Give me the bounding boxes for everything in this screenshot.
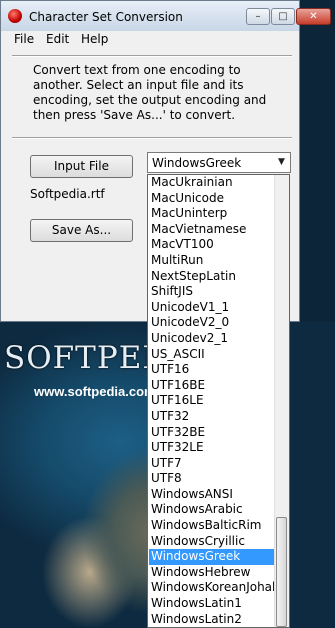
encoding-selected-value: WindowsGreek — [152, 156, 242, 170]
window-title: Character Set Conversion — [29, 10, 183, 24]
chevron-down-icon[interactable]: ▼ — [274, 154, 289, 171]
encoding-option[interactable]: UTF7 — [149, 456, 275, 472]
encoding-select[interactable]: WindowsGreek ▼ — [147, 152, 291, 173]
top-divider — [12, 55, 292, 57]
encoding-option[interactable]: NextStepLatin — [149, 269, 275, 285]
encoding-option[interactable]: UTF8 — [149, 471, 275, 487]
menu-bar: File Edit Help — [1, 31, 299, 49]
encoding-options: MacUkrainian MacUnicode MacUninterp MacViet… — [149, 175, 280, 627]
encoding-option[interactable]: UTF16 — [149, 362, 275, 378]
encoding-option[interactable]: US_ASCII — [149, 347, 275, 363]
encoding-option[interactable]: WindowsLatin1 — [149, 596, 275, 612]
menu-help[interactable]: Help — [81, 32, 108, 46]
encoding-option[interactable]: UnicodeV1_1 — [149, 300, 275, 316]
encoding-option[interactable]: WindowsKoreanJohab — [149, 580, 280, 596]
app-icon — [8, 9, 22, 23]
input-filename-label: Softpedia.rtf — [30, 187, 105, 201]
title-bar[interactable]: Character Set Conversion – □ ✕ — [1, 1, 331, 31]
encoding-option[interactable]: Unicodev2_1 — [149, 331, 275, 347]
maximize-button[interactable]: □ — [271, 8, 295, 25]
encoding-option[interactable]: WindowsCryillic — [149, 534, 275, 550]
encoding-option[interactable]: UnicodeV2_0 — [149, 315, 275, 331]
encoding-option[interactable]: MacUnicode — [149, 191, 275, 207]
dropdown-scrollbar[interactable] — [274, 175, 289, 627]
encoding-option[interactable]: WindowsANSI — [149, 487, 275, 503]
menu-file[interactable]: File — [14, 32, 34, 46]
encoding-option[interactable]: UTF32BE — [149, 425, 275, 441]
encoding-option[interactable]: WindowsArabic — [149, 502, 275, 518]
encoding-option[interactable]: WindowsGreek — [149, 549, 275, 565]
encoding-option[interactable]: MacUkrainian — [149, 175, 275, 191]
scrollbar-thumb[interactable] — [276, 517, 287, 627]
encoding-option[interactable]: MacUninterp — [149, 206, 275, 222]
encoding-option[interactable]: UTF16LE — [149, 393, 275, 409]
encoding-option[interactable]: ShiftJIS — [149, 284, 275, 300]
middle-divider — [12, 137, 292, 139]
close-button[interactable]: ✕ — [296, 8, 331, 25]
input-file-button[interactable]: Input File — [30, 155, 133, 178]
encoding-option[interactable]: MacVT100 — [149, 237, 275, 253]
minimize-button[interactable]: – — [246, 8, 270, 25]
encoding-option[interactable]: UTF32 — [149, 409, 275, 425]
encoding-option[interactable]: UTF16BE — [149, 378, 275, 394]
encoding-option[interactable]: MacVietnamese — [149, 222, 275, 238]
encoding-option[interactable]: WindowsLatin2 — [149, 612, 275, 627]
encoding-option[interactable]: MultiRun — [149, 253, 275, 269]
menu-edit[interactable]: Edit — [46, 32, 69, 46]
desktop-watermark-url: www.softpedia.com — [34, 384, 156, 399]
encoding-option[interactable]: UTF32LE — [149, 440, 275, 456]
encoding-dropdown-list[interactable]: MacUkrainian MacUnicode MacUninterp MacViet… — [147, 174, 290, 628]
save-as-button[interactable]: Save As... — [30, 219, 133, 242]
encoding-option[interactable]: WindowsBalticRim — [149, 518, 275, 534]
encoding-option[interactable]: WindowsHebrew — [149, 565, 275, 581]
instructions-text: Convert text from one encoding to anothe… — [33, 63, 267, 122]
